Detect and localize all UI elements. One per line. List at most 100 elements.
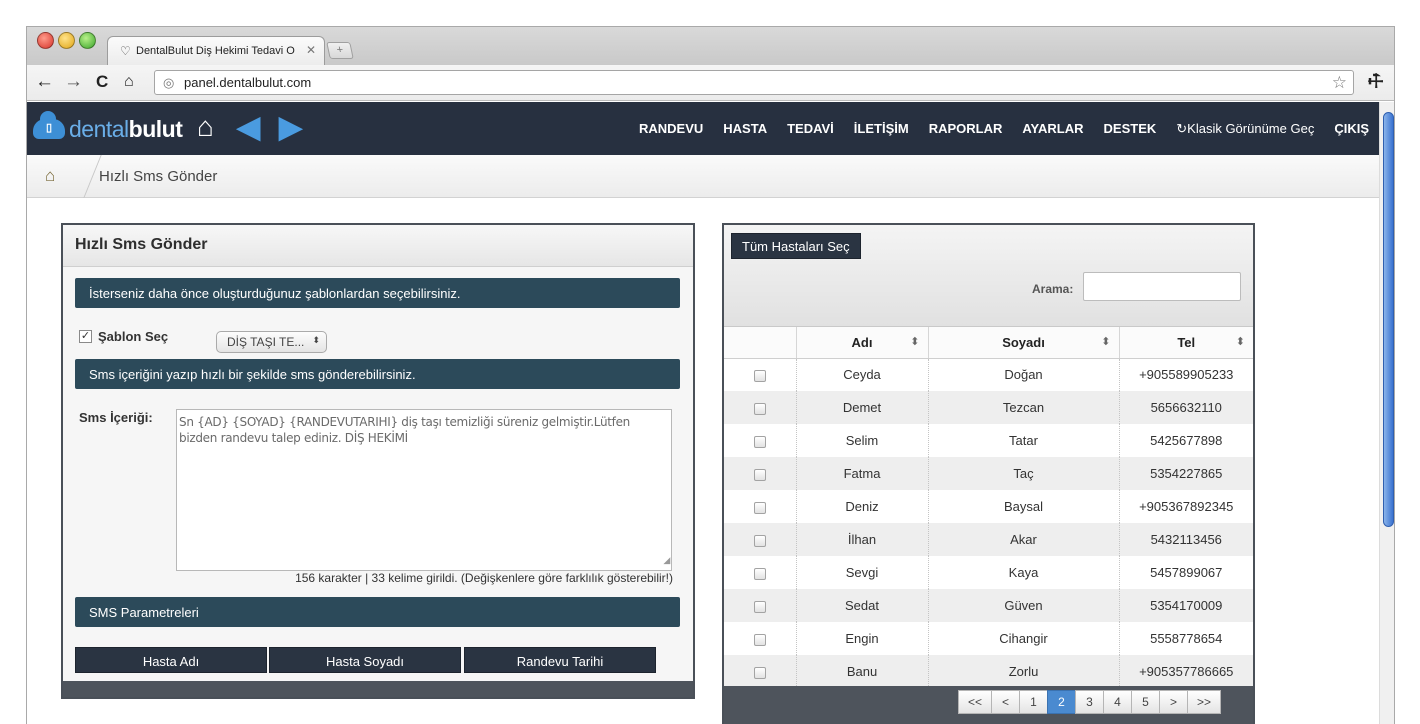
- row-checkbox[interactable]: [753, 369, 766, 382]
- row-checkbox[interactable]: [753, 501, 766, 514]
- logout-link[interactable]: ÇIKIŞ: [1334, 121, 1369, 137]
- template-checkbox-row[interactable]: ✓ Şablon Seç: [79, 329, 168, 344]
- forward-arrow-icon[interactable]: →: [64, 72, 83, 92]
- home-icon[interactable]: ⌂: [124, 72, 134, 92]
- row-checkbox[interactable]: [753, 435, 766, 448]
- template-select[interactable]: DİŞ TAŞI TE... ⬍: [216, 331, 327, 353]
- search-input[interactable]: [1083, 272, 1241, 301]
- patients-toolbar: Tüm Hastaları Seç Arama:: [724, 225, 1253, 327]
- minimize-window-button[interactable]: [58, 32, 75, 49]
- menu-item-iletisim[interactable]: İLETİŞİM: [854, 121, 909, 137]
- table-row[interactable]: Banu Zorlu +905357786665: [724, 655, 1253, 688]
- vertical-scrollbar[interactable]: [1379, 102, 1394, 724]
- logo-text-bulut: bulut: [128, 115, 183, 142]
- param-randevu-tarihi-button[interactable]: Randevu Tarihi: [464, 647, 656, 673]
- row-checkbox[interactable]: [753, 666, 766, 679]
- cell-first-name: Selim: [796, 424, 929, 457]
- table-row[interactable]: Demet Tezcan 5656632110: [724, 391, 1253, 424]
- table-row[interactable]: Sedat Güven 5354170009: [724, 589, 1253, 622]
- maximize-window-button[interactable]: [79, 32, 96, 49]
- logo[interactable]: ▯ dental bulut: [33, 111, 183, 142]
- breadcrumb: ⌂ Hızlı Sms Gönder: [27, 155, 1379, 198]
- table-row[interactable]: Engin Cihangir 5558778654: [724, 622, 1253, 655]
- cell-last-name: Kaya: [928, 556, 1120, 589]
- table-row[interactable]: Deniz Baysal +905367892345: [724, 490, 1253, 523]
- select-all-patients-button[interactable]: Tüm Hastaları Seç: [731, 233, 861, 259]
- row-checkbox[interactable]: [753, 402, 766, 415]
- forward-arrow-icon[interactable]: ▶: [279, 113, 302, 143]
- pager-next-button[interactable]: >: [1159, 690, 1188, 714]
- resize-handle-icon[interactable]: ◢: [663, 553, 670, 569]
- cell-first-name: Engin: [796, 622, 929, 655]
- column-header-first-name[interactable]: Adı ⬍: [796, 327, 929, 359]
- search-label: Arama:: [1032, 282, 1074, 296]
- cell-first-name: Demet: [796, 391, 929, 424]
- browser-tab[interactable]: ♡ DentalBulut Diş Hekimi Tedavi O ✕: [107, 36, 325, 65]
- pager-page-2[interactable]: 2: [1047, 690, 1076, 714]
- cell-tel: +905589905233: [1119, 358, 1253, 391]
- menu-item-randevu[interactable]: RANDEVU: [639, 121, 703, 137]
- pager-prev-button[interactable]: <: [991, 690, 1020, 714]
- table-row[interactable]: Fatma Taç 5354227865: [724, 457, 1253, 490]
- menu-item-tedavi[interactable]: TEDAVİ: [787, 121, 834, 137]
- sort-icon[interactable]: ⬍: [910, 335, 919, 348]
- pager-first-button[interactable]: <<: [958, 690, 992, 714]
- menu-item-raporlar[interactable]: RAPORLAR: [929, 121, 1003, 137]
- app-header: ▯ dental bulut ⌂ ◀ ▶ RANDEVU HASTA TEDAV…: [27, 102, 1379, 155]
- patients-panel-footer: << < 1 2 3 4 5 > >>: [724, 686, 1253, 724]
- pager-last-button[interactable]: >>: [1187, 690, 1221, 714]
- table-row[interactable]: Sevgi Kaya 5457899067: [724, 556, 1253, 589]
- cell-last-name: Doğan: [928, 358, 1120, 391]
- bookmark-star-icon[interactable]: ☆: [1332, 73, 1347, 93]
- scrollbar-thumb[interactable]: [1383, 112, 1394, 527]
- classic-view-link[interactable]: ↻Klasik Görünüme Geç: [1176, 121, 1314, 137]
- logo-text-dental: dental: [69, 115, 129, 142]
- table-row[interactable]: Ceyda Doğan +905589905233: [724, 358, 1253, 391]
- home-icon[interactable]: ⌂: [197, 112, 214, 142]
- row-checkbox[interactable]: [753, 468, 766, 481]
- sms-content-textarea[interactable]: Sn {AD} {SOYAD} {RANDEVUTARIHI} diş taşı…: [176, 409, 672, 571]
- column-header-last-name[interactable]: Soyadı ⬍: [928, 327, 1120, 359]
- content-hint-bar: Sms içeriğini yazıp hızlı bir şekilde sm…: [75, 359, 680, 389]
- cell-first-name: Banu: [796, 655, 929, 688]
- param-hasta-adi-button[interactable]: Hasta Adı: [75, 647, 267, 673]
- param-hasta-soyadi-button[interactable]: Hasta Soyadı: [269, 647, 461, 673]
- browser-window: ♡ DentalBulut Diş Hekimi Tedavi O ✕ + ← …: [26, 26, 1395, 724]
- cell-last-name: Zorlu: [928, 655, 1120, 688]
- close-window-button[interactable]: [37, 32, 54, 49]
- cell-last-name: Güven: [928, 589, 1120, 622]
- template-checkbox-label[interactable]: Şablon Seç: [98, 329, 168, 344]
- template-checkbox[interactable]: ✓: [79, 330, 92, 343]
- row-checkbox[interactable]: [753, 534, 766, 547]
- pager-page-1[interactable]: 1: [1019, 690, 1048, 714]
- main-menu: RANDEVU HASTA TEDAVİ İLETİŞİM RAPORLAR A…: [639, 121, 1379, 137]
- row-checkbox[interactable]: [753, 600, 766, 613]
- table-row[interactable]: Selim Tatar 5425677898: [724, 424, 1253, 457]
- menu-item-ayarlar[interactable]: AYARLAR: [1022, 121, 1083, 137]
- reload-icon[interactable]: C: [96, 72, 108, 92]
- address-bar[interactable]: ◎ panel.dentalbulut.com ☆: [154, 70, 1354, 95]
- back-arrow-icon[interactable]: ◀: [237, 113, 260, 143]
- sms-panel-footer: [63, 681, 693, 697]
- new-tab-button[interactable]: +: [326, 42, 354, 59]
- sort-icon[interactable]: ⬍: [1236, 335, 1245, 348]
- breadcrumb-home-icon[interactable]: ⌂: [45, 166, 55, 186]
- column-header-tel[interactable]: Tel ⬍: [1119, 327, 1253, 359]
- menu-item-destek[interactable]: DESTEK: [1104, 121, 1157, 137]
- row-checkbox[interactable]: [753, 567, 766, 580]
- pager-page-4[interactable]: 4: [1103, 690, 1132, 714]
- globe-icon: ◎: [163, 75, 175, 90]
- cell-last-name: Taç: [928, 457, 1120, 490]
- row-checkbox[interactable]: [753, 633, 766, 646]
- cell-tel: 5432113456: [1119, 523, 1253, 556]
- back-arrow-icon[interactable]: ←: [35, 72, 54, 92]
- character-counter: 156 karakter | 33 kelime girildi. (Değiş…: [295, 571, 673, 585]
- pager-page-5[interactable]: 5: [1131, 690, 1160, 714]
- tab-close-icon[interactable]: ✕: [306, 43, 316, 57]
- pager-page-3[interactable]: 3: [1075, 690, 1104, 714]
- sort-icon[interactable]: ⬍: [1101, 335, 1110, 348]
- menu-item-hasta[interactable]: HASTA: [723, 121, 767, 137]
- patients-table: Adı ⬍ Soyadı ⬍ Tel ⬍ Ceyda Doğan +90558990523…: [724, 327, 1253, 688]
- wrench-icon[interactable]: ⚒: [1363, 68, 1389, 94]
- table-row[interactable]: İlhan Akar 5432113456: [724, 523, 1253, 556]
